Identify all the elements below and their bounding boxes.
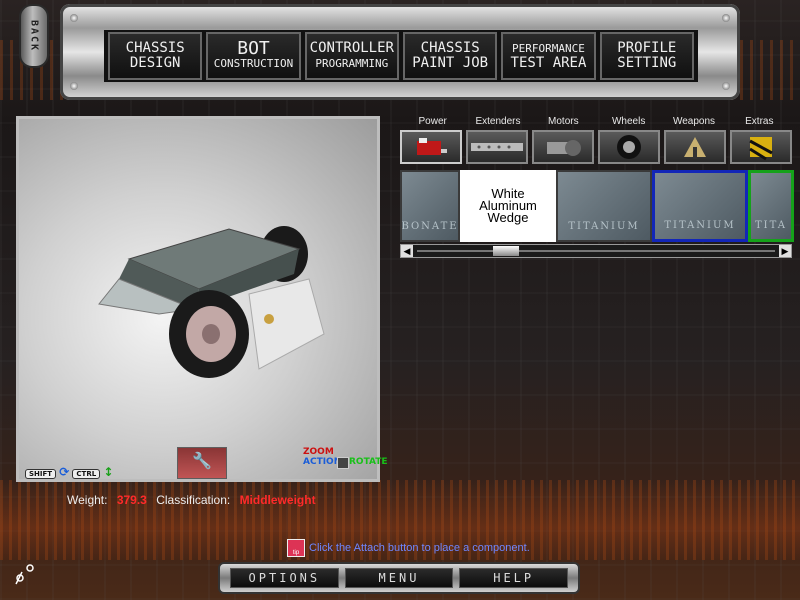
- nav-label: PROGRAMMING: [315, 57, 389, 70]
- nav-label: BOT: [237, 38, 270, 59]
- logo-mark: [15, 564, 34, 585]
- component-item[interactable]: TITA: [748, 170, 794, 242]
- menu-button[interactable]: MENU: [344, 568, 454, 588]
- robot-model: [98, 226, 325, 378]
- top-nav: CHASSIS DESIGN BOT CONSTRUCTION CONTROLL…: [104, 30, 698, 82]
- scroll-thumb[interactable]: [493, 246, 519, 256]
- shift-rotate-hint: SHIFT ⟳ CTRL ↕: [25, 465, 113, 479]
- nav-controller-programming[interactable]: CONTROLLER PROGRAMMING: [304, 32, 399, 80]
- rivet-icon: [70, 82, 78, 90]
- nav-bot-construction[interactable]: BOT CONSTRUCTION: [206, 32, 301, 80]
- wheel-axle: [202, 324, 220, 344]
- nav-label: CHASSIS: [125, 40, 185, 56]
- category-label-weapons: Weapons: [672, 116, 716, 127]
- weight-value: 379.3: [116, 493, 147, 507]
- aluminum-wedge-plate: [248, 278, 325, 370]
- nav-label: PERFORMANCE: [512, 42, 585, 55]
- nav-label: CONSTRUCTION: [213, 57, 294, 70]
- component-item[interactable]: BONATE: [400, 170, 460, 242]
- component-label: TITA: [755, 220, 787, 231]
- mouse-icon: [337, 457, 349, 469]
- nav-label: DESIGN: [129, 55, 181, 71]
- motor-icon: [547, 140, 581, 156]
- scroll-right-icon[interactable]: ▶: [779, 245, 791, 257]
- nav-performance-test-area[interactable]: PERFORMANCE TEST AREA: [501, 32, 596, 80]
- rivet-icon: [70, 14, 78, 22]
- nav-label: TEST AREA: [510, 55, 587, 71]
- action-label: ACTION: [303, 457, 342, 467]
- nav-chassis-paint-job[interactable]: CHASSIS PAINT JOB: [402, 32, 498, 80]
- up-down-arrow-icon: ↕: [103, 465, 114, 479]
- rotate-label: ROTATE: [349, 457, 388, 467]
- hint-text: Click the Attach button to place a compo…: [309, 542, 530, 554]
- zoom-label: ZOOM: [303, 447, 334, 457]
- weight-label: Weight:: [67, 493, 108, 507]
- wheel-icon: [617, 135, 641, 159]
- category-label-extenders: Extenders: [475, 116, 521, 127]
- nav-label: SETTING: [617, 55, 677, 71]
- options-button[interactable]: OPTIONS: [230, 568, 339, 588]
- category-wheels-button[interactable]: [598, 130, 660, 164]
- category-extenders-button[interactable]: [466, 130, 528, 164]
- extender-bar-icon: [471, 143, 523, 151]
- category-motors-button[interactable]: [532, 130, 594, 164]
- component-item[interactable]: TITANIUM: [556, 170, 652, 242]
- tip-icon: tip: [287, 539, 305, 557]
- component-scrollbar[interactable]: ◀ ▶: [400, 244, 792, 258]
- back-button-label: BACK: [28, 19, 40, 53]
- classification-value: Middleweight: [239, 493, 316, 507]
- attach-button[interactable]: 🔧: [177, 447, 227, 479]
- scroll-track: [417, 250, 775, 252]
- category-buttons: [400, 130, 792, 166]
- component-label: TITANIUM: [664, 220, 736, 231]
- selected-component-label: White Aluminum Wedge: [479, 186, 537, 225]
- component-label: BONATE: [401, 221, 459, 232]
- nav-label: PROFILE: [617, 40, 677, 56]
- wrench-icon: 🔧: [192, 453, 212, 470]
- hint-message: tip Click the Attach button to place a c…: [287, 539, 530, 557]
- rivet-icon: [722, 82, 730, 90]
- category-power-button[interactable]: [400, 130, 462, 164]
- component-categories: Power Extenders Motors Wheels Weapons Ex…: [400, 116, 792, 127]
- category-weapons-button[interactable]: [664, 130, 726, 164]
- logo-icon: [14, 562, 38, 590]
- nav-label: CHASSIS: [420, 40, 480, 56]
- ctrl-key: CTRL: [72, 469, 101, 479]
- weapon-icon: [684, 137, 706, 159]
- rivet-icon: [722, 14, 730, 22]
- category-extras-button[interactable]: [730, 130, 792, 164]
- nav-label: PAINT JOB: [412, 55, 489, 71]
- category-label-extras: Extras: [745, 116, 774, 127]
- category-label-power: Power: [418, 116, 447, 127]
- bot-stats: Weight: 379.3 Classification: Middleweig…: [67, 493, 322, 507]
- component-list: BONATE White Aluminum Wedge TITANIUM TIT…: [400, 170, 796, 242]
- back-button[interactable]: BACK: [19, 4, 49, 68]
- classification-label: Classification:: [156, 493, 231, 507]
- shift-key: SHIFT: [25, 469, 57, 479]
- bottom-menu-bar: OPTIONS MENU HELP: [218, 562, 580, 594]
- component-label: TITANIUM: [568, 221, 640, 232]
- nav-profile-setting[interactable]: PROFILE SETTING: [599, 32, 694, 80]
- tip-icon-label: tip: [292, 550, 300, 556]
- help-button[interactable]: HELP: [459, 568, 569, 588]
- extras-icon: [749, 137, 773, 161]
- battery-icon: [417, 138, 447, 155]
- rotate-arrow-icon: ⟳: [59, 465, 70, 479]
- attach-point-icon: [264, 314, 274, 324]
- category-label-wheels: Wheels: [611, 116, 646, 127]
- robot-3d-viewport[interactable]: SHIFT ⟳ CTRL ↕ 🔧 ZOOM ACTION ROTATE: [16, 116, 388, 482]
- component-item[interactable]: TITANIUM: [652, 170, 748, 242]
- category-label-motors: Motors: [548, 116, 579, 127]
- nav-label: CONTROLLER: [309, 40, 394, 56]
- component-item-selected[interactable]: White Aluminum Wedge: [460, 170, 556, 242]
- nav-chassis-design[interactable]: CHASSIS DESIGN: [108, 32, 203, 80]
- scroll-left-icon[interactable]: ◀: [401, 245, 413, 257]
